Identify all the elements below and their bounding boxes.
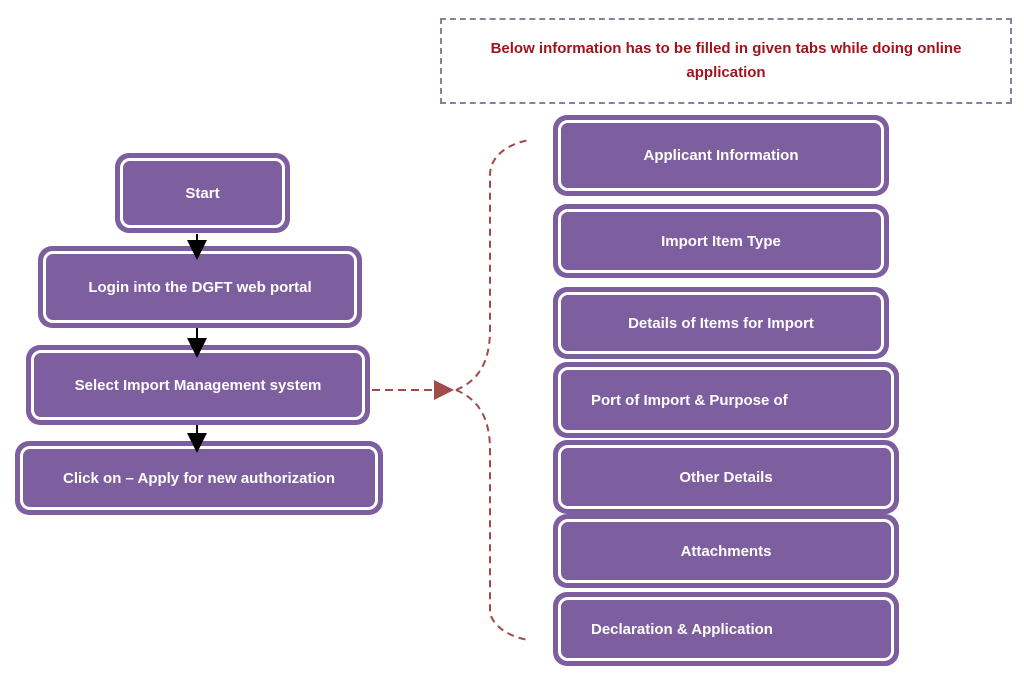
brace-top bbox=[455, 139, 531, 391]
brace-bottom bbox=[455, 389, 531, 641]
connectors bbox=[187, 139, 531, 641]
